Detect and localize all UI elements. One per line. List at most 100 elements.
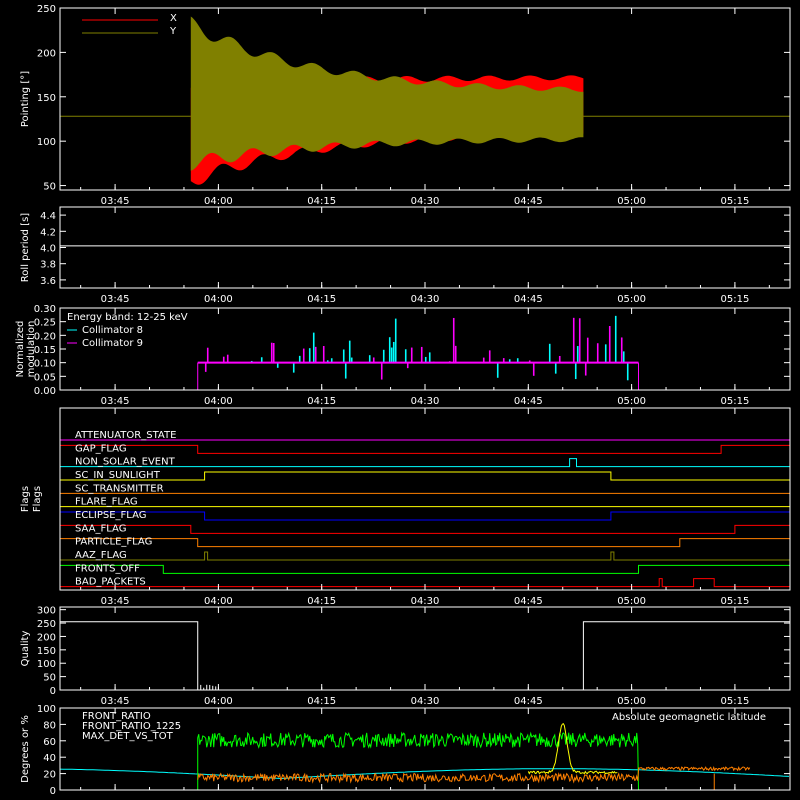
y-tick-label: 3.8	[40, 260, 56, 271]
y-tick-label: 250	[37, 4, 56, 15]
x-tick-label: 04:45	[514, 396, 543, 407]
x-tick-label: 03:45	[101, 196, 130, 207]
y-tick-label: 100	[37, 137, 56, 148]
flag-label-non-solar-event: NON_SOLAR_EVENT	[75, 457, 176, 468]
x-tick-label: 04:30	[411, 294, 440, 305]
y-axis-label: Roll period [s]	[20, 213, 31, 282]
legend-collimator-8: Collimator 8	[82, 325, 143, 336]
flag-line-aaz-flag	[60, 551, 790, 561]
y-tick-label: 150	[37, 93, 56, 104]
y-tick-label: 0.15	[34, 345, 56, 356]
quality-step	[59, 621, 199, 690]
y-axis-label: Flags	[20, 486, 31, 512]
x-tick-label: 04:45	[514, 696, 543, 707]
y-axis-label: Pointing [°]	[20, 71, 31, 127]
front-ratio-1225-line	[197, 731, 639, 791]
legend-x-label: X	[170, 13, 177, 24]
flag-label-saa-flag: SAA_FLAG	[75, 523, 126, 534]
quality-step	[582, 621, 791, 690]
x-tick-label: 05:15	[720, 396, 749, 407]
x-tick-label: 04:30	[411, 196, 440, 207]
x-tick-label: 04:00	[204, 596, 233, 607]
x-tick-label: 04:15	[307, 696, 336, 707]
flag-line-gap-flag	[59, 444, 791, 454]
flags-panel: ATTENUATOR_STATE GAP_FLAG NON_SOLAR_EVENT S…	[20, 407, 791, 607]
front-ratio-panel: 020406080100Degrees or % FRONT_RATIOFRONT…	[20, 704, 791, 797]
flag-label-particle-flag: PARTICLE_FLAG	[75, 537, 152, 548]
y-tick-label: 150	[37, 646, 56, 657]
flag-line-saa-flag	[59, 524, 791, 534]
flag-label-fronts-off: FRONTS_OFF	[75, 563, 140, 574]
flag-label-sc-in-sunlight: SC_IN_SUNLIGHT	[75, 470, 161, 481]
plot-frame	[59, 606, 791, 691]
y-axis-label: Quality	[20, 631, 31, 667]
y-tick-label: 300	[37, 606, 56, 617]
y-tick-label: 0.20	[34, 331, 56, 342]
plot-frame	[59, 206, 791, 289]
flag-label-gap-flag: GAP_FLAG	[75, 443, 127, 454]
flag-label-bad-packets: BAD_PACKETS	[75, 577, 146, 588]
y-axis-label: Normalized	[15, 321, 26, 378]
x-tick-label: 04:00	[204, 196, 233, 207]
x-tick-label: 05:00	[617, 294, 646, 305]
flag-line-sc-in-sunlight	[60, 471, 790, 481]
flag-label-eclipse-flag: ECLIPSE_FLAG	[75, 510, 146, 521]
x-tick-label: 03:45	[101, 596, 130, 607]
x-tick-label: 04:30	[411, 596, 440, 607]
x-tick-label: 04:30	[411, 396, 440, 407]
x-tick-label: 05:15	[720, 196, 749, 207]
roll-period-panel: 03:45 04:00 04:15 04:30 04:45 05:00 05:15 3.6 3.…	[20, 206, 791, 305]
x-tick-label: 04:00	[204, 396, 233, 407]
flag-label-sc-transmitter: SC_TRANSMITTER	[75, 483, 164, 494]
y-tick-label: 20	[43, 770, 56, 781]
flag-label-aaz-flag: AAZ_FLAG	[75, 550, 127, 561]
x-tick-label: 05:00	[617, 696, 646, 707]
x-tick-label: 04:45	[514, 196, 543, 207]
y-tick-label: 40	[43, 753, 56, 764]
y-tick-label: 4.2	[40, 227, 56, 238]
y-tick-label: 100	[37, 704, 56, 715]
flag-label-attenuator-state: ATTENUATOR_STATE	[75, 430, 176, 441]
x-tick-label: 05:00	[617, 596, 646, 607]
flag-line-particle-flag	[59, 538, 791, 548]
x-tick-label: 05:15	[720, 596, 749, 607]
y-tick-label: 0	[50, 686, 56, 697]
legend-max-det-vs-tot: MAX_DET_VS_TOT	[82, 731, 174, 742]
y-axis-label: Flags	[32, 486, 43, 512]
y-axis-label: Degrees or %	[20, 715, 31, 783]
series-y-envelope	[190, 16, 584, 171]
energy-band-annotation: Energy band: 12-25 keV	[67, 312, 188, 323]
y-tick-label: 200	[37, 632, 56, 643]
rhessi-quicklook-figure: 03:45 04:00 04:15 04:30 04:45 05:00 05:15 50 100…	[15, 4, 791, 797]
y-tick-label: 0.25	[34, 318, 56, 329]
modulation-panel: 03:45 04:00 04:15 04:30 04:45 05:00 05:15 0.00 0…	[15, 304, 791, 407]
x-tick-label: 04:45	[514, 294, 543, 305]
x-tick-label: 05:00	[617, 396, 646, 407]
x-tick-label: 05:00	[617, 196, 646, 207]
y-tick-label: 0.00	[34, 386, 56, 397]
x-tick-label: 04:15	[307, 596, 336, 607]
quality-panel: 03:45 04:00 04:15 04:30 04:45 05:00 05:15 0 50 10…	[20, 606, 791, 707]
legend-collimator-9: Collimator 9	[82, 338, 143, 349]
y-tick-label: 3.6	[40, 276, 56, 287]
front-ratio-line	[527, 723, 618, 775]
y-tick-label: 50	[43, 182, 56, 193]
flag-line-fronts-off	[59, 564, 791, 574]
x-tick-label: 04:30	[411, 696, 440, 707]
x-tick-label: 04:00	[204, 294, 233, 305]
legend-y-label: Y	[169, 26, 177, 37]
y-tick-label: 200	[37, 48, 56, 59]
x-tick-label: 03:45	[101, 396, 130, 407]
y-axis-label: modulation	[26, 321, 37, 378]
pointing-panel: 03:45 04:00 04:15 04:30 04:45 05:00 05:15 50 100…	[20, 4, 791, 207]
y-tick-label: 0.30	[34, 304, 56, 315]
x-tick-label: 03:45	[101, 294, 130, 305]
flag-label-flare-flag: FLARE_FLAG	[75, 497, 138, 508]
x-tick-label: 04:45	[514, 596, 543, 607]
flag-line-eclipse-flag	[59, 511, 791, 521]
y-tick-label: 80	[43, 720, 56, 731]
y-tick-label: 4.4	[40, 211, 56, 222]
y-tick-label: 0.10	[34, 359, 56, 370]
y-tick-label: 50	[43, 673, 56, 684]
x-tick-label: 04:00	[204, 696, 233, 707]
